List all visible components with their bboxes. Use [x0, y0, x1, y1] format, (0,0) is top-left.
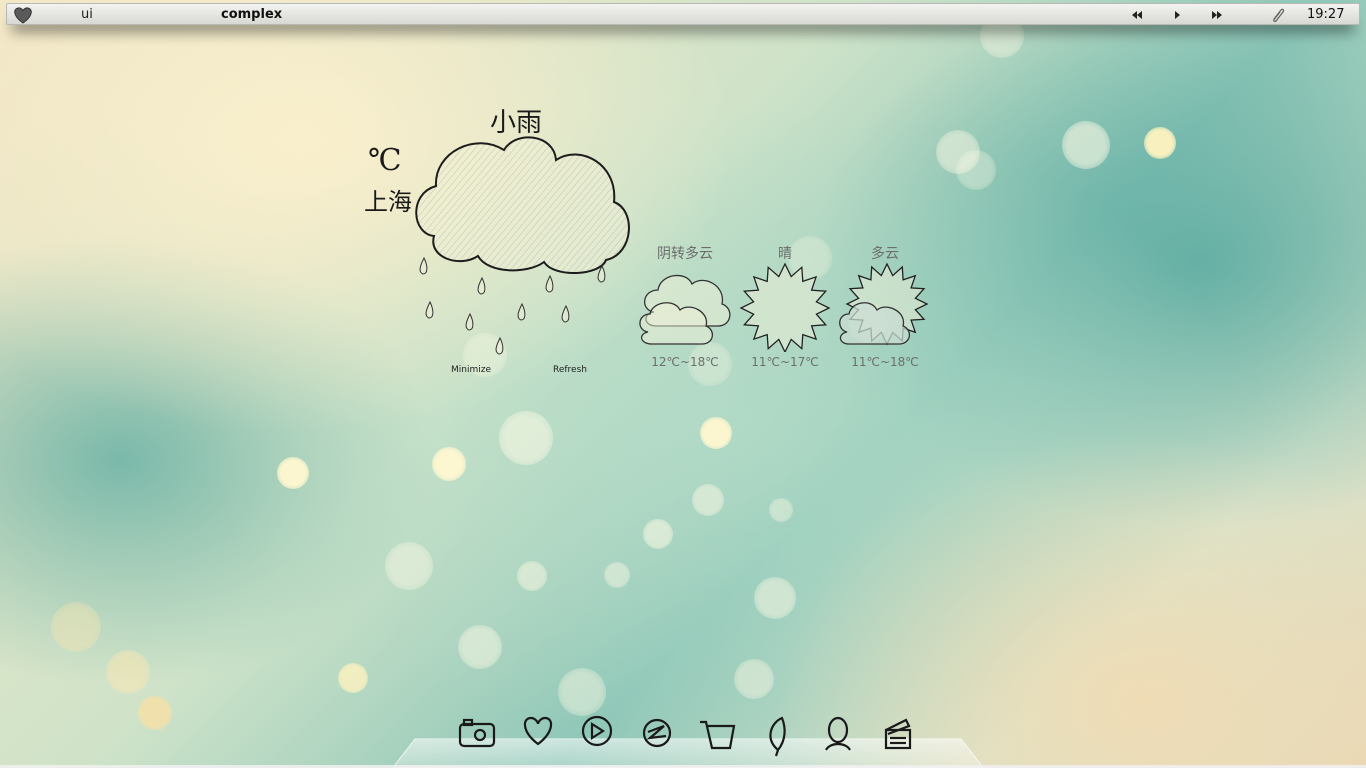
forecast-temp: 11℃~18℃ [851, 355, 919, 369]
temperature-unit: ℃ [368, 143, 402, 178]
sun-icon [739, 262, 831, 352]
camera-icon[interactable] [456, 714, 500, 768]
bokeh-light [338, 663, 368, 693]
bokeh-light [754, 577, 796, 619]
bokeh-light [956, 150, 996, 190]
sun-cloud-icon [839, 262, 929, 346]
clock: 19:27 [1307, 7, 1345, 22]
bokeh-light [51, 602, 101, 652]
cloud-icon [639, 274, 731, 345]
bokeh-light [385, 542, 433, 590]
bokeh-light [936, 130, 980, 174]
swirl-icon[interactable] [636, 714, 680, 768]
menu-ui[interactable]: ui [81, 7, 93, 22]
bokeh-light [458, 625, 502, 669]
heart-icon[interactable] [516, 714, 560, 768]
person-icon[interactable] [816, 714, 860, 768]
cart-icon[interactable] [696, 714, 740, 768]
bokeh-light [692, 484, 724, 516]
bokeh-light [138, 696, 172, 730]
forecast-condition: 多云 [871, 246, 899, 262]
clapperboard-icon[interactable] [876, 714, 920, 768]
bokeh-light [558, 668, 606, 716]
bokeh-light [769, 498, 793, 522]
bokeh-light [1062, 121, 1110, 169]
top-bar: ui complex 19:27 [6, 3, 1360, 25]
bokeh-light [517, 561, 547, 591]
bokeh-light [499, 411, 553, 465]
bokeh-light [700, 417, 732, 449]
bokeh-light [277, 457, 309, 489]
bokeh-light [734, 659, 774, 699]
play-icon[interactable] [1167, 7, 1187, 23]
bokeh-light [106, 650, 150, 694]
bokeh-light [643, 519, 673, 549]
bokeh-light [604, 562, 630, 588]
background-bokeh [0, 0, 1366, 768]
leaf-icon[interactable] [756, 714, 800, 768]
bokeh-light [1144, 127, 1176, 159]
paperclip-icon[interactable] [1269, 6, 1287, 24]
rewind-icon[interactable] [1127, 7, 1147, 23]
minimize-button[interactable]: Minimize [451, 365, 491, 375]
app-title: complex [221, 7, 283, 22]
refresh-button[interactable]: Refresh [553, 365, 587, 375]
play-icon[interactable] [576, 714, 620, 768]
heart-icon[interactable] [11, 6, 35, 24]
fast-forward-icon[interactable] [1207, 7, 1227, 23]
bokeh-light [432, 447, 466, 481]
rain-cloud-icon [415, 136, 630, 355]
